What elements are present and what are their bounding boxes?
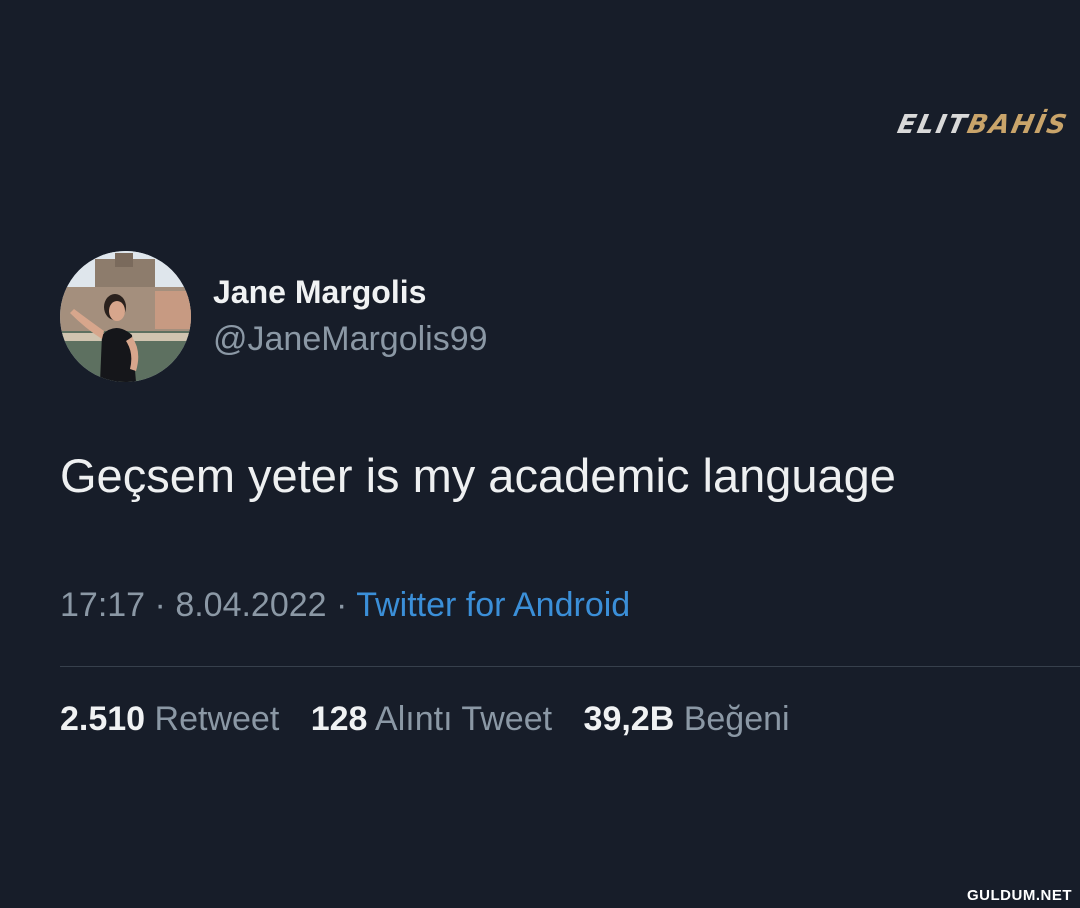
retweet-label: Retweet [154, 700, 280, 738]
avatar-photo-icon [60, 251, 191, 382]
display-name[interactable]: Jane Margolis [213, 274, 426, 311]
watermark-part-b: BAHİS [964, 110, 1072, 140]
quote-tweet-stat[interactable]: 128 Alıntı Tweet [311, 700, 552, 738]
divider [60, 666, 1080, 667]
tweet-stats: 2.510 Retweet 128 Alıntı Tweet 39,2B Beğ… [60, 700, 812, 739]
elitbahis-watermark: ELITBAHİS [895, 110, 1071, 140]
retweet-count: 2.510 [60, 700, 146, 738]
guldum-watermark: GULDUM.NET [967, 887, 1072, 904]
tweet-meta: 17:17 · 8.04.2022 · Twitter for Android [60, 586, 630, 625]
meta-separator: · [145, 586, 176, 624]
tweet-time[interactable]: 17:17 [60, 586, 145, 624]
tweet-source-link[interactable]: Twitter for Android [356, 586, 630, 624]
tweet-text: Geçsem yeter is my academic language [60, 449, 896, 502]
user-handle[interactable]: @JaneMargolis99 [213, 320, 488, 359]
like-label: Beğeni [683, 700, 790, 738]
like-count: 39,2B [583, 700, 675, 738]
retweet-stat[interactable]: 2.510 Retweet [60, 700, 279, 738]
watermark-part-a: ELIT [894, 110, 972, 140]
quote-tweet-label: Alıntı Tweet [375, 700, 553, 738]
like-stat[interactable]: 39,2B Beğeni [584, 700, 790, 738]
quote-tweet-count: 128 [310, 700, 368, 738]
avatar[interactable] [60, 251, 191, 382]
tweet-date[interactable]: 8.04.2022 [175, 586, 326, 624]
meta-separator: · [326, 586, 357, 624]
